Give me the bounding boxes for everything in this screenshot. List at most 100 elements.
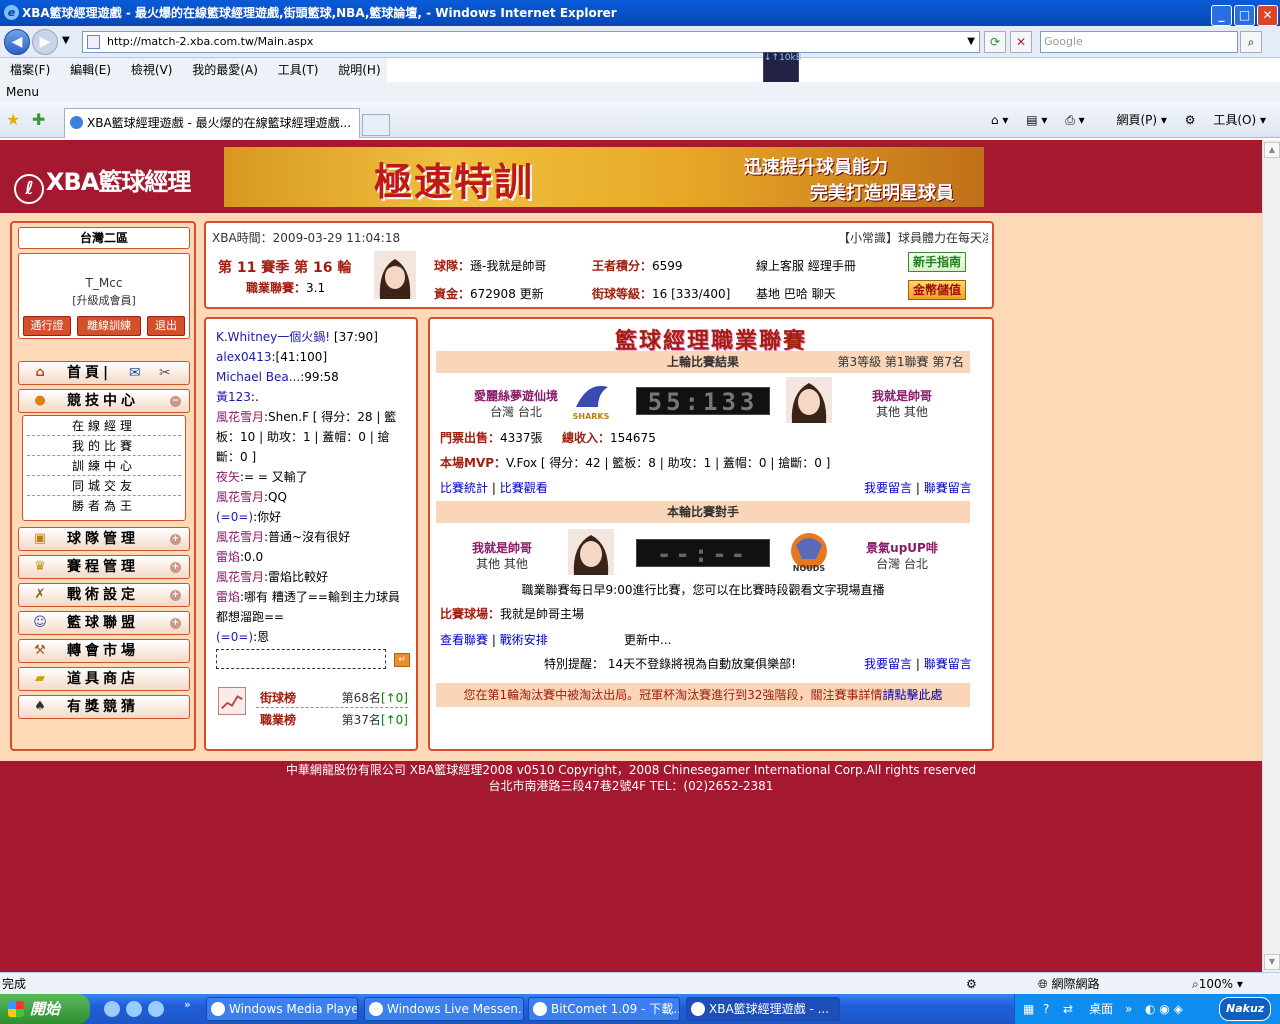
update-link[interactable]: 更新 xyxy=(520,287,544,301)
scroll-down-icon[interactable]: ▼ xyxy=(1264,954,1280,970)
print-icon[interactable]: ⎙ ▾ xyxy=(1065,113,1084,127)
sidebar-item-team[interactable]: ▣ 球隊管理 + xyxy=(18,527,190,551)
search-icon[interactable]: ⌕ xyxy=(1240,31,1262,53)
submenu-local-friends[interactable]: 同城交友 xyxy=(27,476,181,496)
street-rank[interactable]: 街球榜 第68名[↑0] xyxy=(260,689,408,706)
match-watch-link[interactable]: 比賽觀看 xyxy=(500,481,548,495)
sidebar-item-competition[interactable]: ● 競技中心 − xyxy=(18,389,190,413)
zoom-control[interactable]: ⌕100% ▾ xyxy=(1192,973,1243,995)
tactics-link[interactable]: 戰術安排 xyxy=(500,633,548,647)
collapse-icon[interactable]: − xyxy=(170,396,181,407)
chat-input[interactable] xyxy=(216,649,386,669)
match-stats-link[interactable]: 比賽統計 xyxy=(440,481,488,495)
offline-training-button[interactable]: 離線訓練 xyxy=(77,316,141,336)
league-message-link[interactable]: 聯賽留言 xyxy=(924,481,972,495)
send-icon[interactable]: ↵ xyxy=(394,653,410,667)
scroll-up-icon[interactable]: ▲ xyxy=(1264,142,1280,158)
chat-sender[interactable]: 夜矢 xyxy=(216,470,240,484)
tools-menu[interactable]: ⚙ 工具(O) ▾ xyxy=(1185,113,1266,127)
my-avatar[interactable] xyxy=(568,529,614,575)
history-dropdown-icon[interactable]: ▼ xyxy=(62,35,70,46)
tray-network-icon[interactable]: ⇄ xyxy=(1063,994,1073,1024)
sidebar-item-league[interactable]: ☺ 籃球聯盟 + xyxy=(18,611,190,635)
sidebar-item-quiz[interactable]: ♠ 有獎競猜 xyxy=(18,695,190,719)
tray-desktop-label[interactable]: 桌面 xyxy=(1089,994,1113,1024)
tray-app-icons[interactable]: ◐ ◉ ◈ xyxy=(1145,994,1183,1024)
tray-more-icon[interactable]: » xyxy=(1125,994,1132,1024)
site-logo[interactable]: ℓ XBA籃球經理 xyxy=(14,162,191,204)
quicklaunch-more-icon[interactable]: » xyxy=(184,998,191,1011)
chat-sender[interactable]: 雷焰 xyxy=(216,550,240,564)
menu-label[interactable]: Menu xyxy=(6,85,39,99)
sidebar-item-tactics[interactable]: ✗ 戰術設定 + xyxy=(18,583,190,607)
promo-banner[interactable]: 極速特訓 迅速提升球員能力 完美打造明星球員 xyxy=(224,147,984,207)
menu-view[interactable]: 檢視(V) xyxy=(131,63,173,77)
chat-sender[interactable]: (=0=) xyxy=(216,630,253,644)
chat-sender[interactable]: 風花雪月 xyxy=(216,410,264,424)
feeds-icon[interactable]: ▤ ▾ xyxy=(1026,113,1047,127)
support-links[interactable]: 線上客服 經理手冊 xyxy=(756,257,856,274)
leave-message-link-2[interactable]: 我要留言 xyxy=(864,657,912,671)
address-input[interactable]: http://match-2.xba.com.tw/Main.aspx ▼ xyxy=(82,31,980,53)
community-links[interactable]: 基地 巴哈 聊天 xyxy=(756,285,836,302)
expand-icon[interactable]: + xyxy=(170,534,181,545)
menu-tools[interactable]: 工具(T) xyxy=(278,63,319,77)
close-window-button[interactable]: ✕ xyxy=(1257,5,1278,26)
task-media-player[interactable]: Windows Media Player xyxy=(206,997,358,1021)
address-dropdown-icon[interactable]: ▼ xyxy=(967,32,975,52)
menu-help[interactable]: 說明(H) xyxy=(338,63,380,77)
submenu-training-center[interactable]: 訓練中心 xyxy=(27,456,181,476)
next-home-team[interactable]: 我就是帥哥 xyxy=(442,539,562,556)
expand-icon[interactable]: + xyxy=(170,590,181,601)
away-team-name[interactable]: 我就是帥哥 xyxy=(842,387,962,404)
search-input[interactable]: Google xyxy=(1040,31,1238,53)
quicklaunch-ie-icon[interactable] xyxy=(104,1001,120,1017)
vertical-scrollbar[interactable]: ▲ ▼ xyxy=(1262,140,1280,972)
logout-button[interactable]: 退出 xyxy=(147,316,185,336)
chat-sender[interactable]: 風花雪月 xyxy=(216,530,264,544)
league-message-link-2[interactable]: 聯賽留言 xyxy=(924,657,972,671)
tray-help-icon[interactable]: ? xyxy=(1043,994,1049,1024)
expand-icon[interactable]: + xyxy=(170,562,181,573)
task-messenger[interactable]: Windows Live Messen... xyxy=(364,997,524,1021)
forward-button[interactable]: ▶ xyxy=(32,29,58,55)
page-menu[interactable]: 網頁(P) ▾ xyxy=(1102,113,1166,127)
opponent-logo-icon[interactable]: NOUDS xyxy=(786,529,832,575)
leave-message-link[interactable]: 我要留言 xyxy=(864,481,912,495)
task-bitcomet[interactable]: BitComet 1.09 - 下載... xyxy=(528,997,680,1021)
back-button[interactable]: ◀ xyxy=(4,29,30,55)
security-icon[interactable]: ⚙ xyxy=(966,973,977,995)
chat-sender[interactable]: 風花雪月 xyxy=(216,490,264,504)
sidebar-item-shop[interactable]: ▰ 道具商店 xyxy=(18,667,190,691)
sidebar-item-home[interactable]: ⌂ 首頁| ✉ ✂ xyxy=(18,361,190,385)
quicklaunch-media-icon[interactable] xyxy=(126,1001,142,1017)
new-tab-button[interactable] xyxy=(362,114,390,136)
sidebar-item-schedule[interactable]: ♛ 賽程管理 + xyxy=(18,555,190,579)
home-icon[interactable]: ⌂ ▾ xyxy=(991,113,1008,127)
expand-icon[interactable]: + xyxy=(170,618,181,629)
mail-icon[interactable]: ✉ xyxy=(129,362,141,384)
sidebar-item-transfer[interactable]: ⚒ 轉會市場 xyxy=(18,639,190,663)
chat-sender[interactable]: K.Whitney一個火鍋! xyxy=(216,330,330,344)
favorites-star-icon[interactable]: ★ xyxy=(6,110,20,129)
upgrade-member-link[interactable]: [升級成會員] xyxy=(19,292,189,308)
maximize-button[interactable]: □ xyxy=(1234,5,1255,26)
add-favorite-icon[interactable]: ✚ xyxy=(32,110,45,129)
chat-sender[interactable]: (=0=) xyxy=(216,510,253,524)
view-league-link[interactable]: 查看聯賽 xyxy=(440,633,488,647)
chat-sender[interactable]: Michael Bea... xyxy=(216,370,300,384)
submenu-winner[interactable]: 勝者為王 xyxy=(27,496,181,516)
opponent-avatar[interactable] xyxy=(786,377,832,423)
chat-sender[interactable]: 風花雪月 xyxy=(216,570,264,584)
home-team-name[interactable]: 愛麗絲夢遊仙境 xyxy=(456,387,576,404)
stop-icon[interactable]: ✕ xyxy=(1010,31,1032,53)
gold-topup-button[interactable]: 金幣儲值 xyxy=(908,280,966,300)
next-away-team[interactable]: 景氣upUP啡 xyxy=(842,539,962,556)
tab-xba[interactable]: XBA籃球經理遊戲 - 最火爆的在線籃球經理遊戲... xyxy=(64,108,360,138)
task-xba-ie[interactable]: XBA籃球經理遊戲 - ... xyxy=(686,997,840,1021)
submenu-online-manager[interactable]: 在線經理 xyxy=(27,416,181,436)
quicklaunch-ie2-icon[interactable] xyxy=(148,1001,164,1017)
menu-favorites[interactable]: 我的最愛(A) xyxy=(192,63,258,77)
team-info-value[interactable]: 遜-我就是帥哥 xyxy=(470,259,546,273)
notice-link[interactable]: 請點擊此處 xyxy=(882,688,942,702)
